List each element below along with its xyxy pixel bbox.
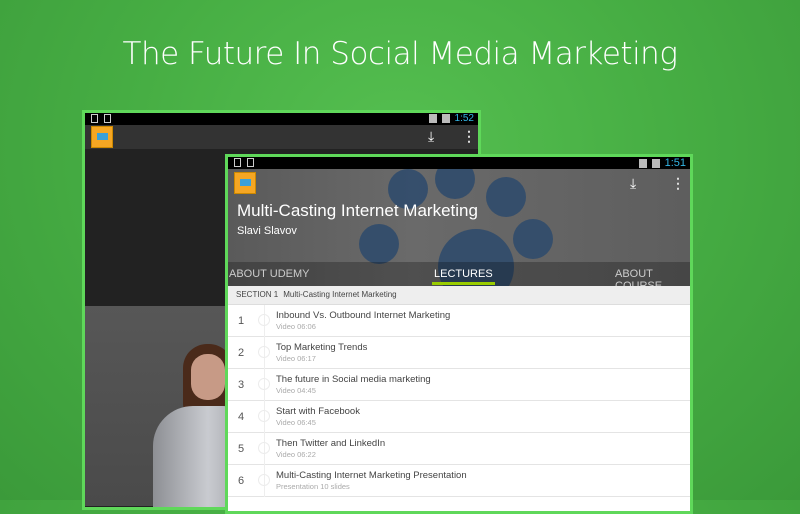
lecture-subtitle: Video 06:22 bbox=[276, 450, 316, 459]
presenter-face bbox=[191, 354, 225, 400]
lecture-row[interactable]: 4 Start with Facebook Video 06:45 bbox=[228, 401, 690, 433]
lecture-number: 5 bbox=[238, 443, 245, 455]
download-icon[interactable]: ⤓ bbox=[428, 128, 434, 145]
course-header: ⤓ ⋮ Multi-Casting Internet Marketing Sla… bbox=[228, 169, 690, 286]
progress-circle-icon bbox=[258, 474, 270, 486]
action-bar: ⤓ ⋮ bbox=[85, 125, 478, 149]
udemy-logo-icon[interactable] bbox=[234, 172, 256, 194]
lecture-subtitle: Video 06:45 bbox=[276, 418, 316, 427]
lecture-number: 1 bbox=[238, 315, 245, 327]
progress-circle-icon bbox=[258, 314, 270, 326]
status-bar: 1:52 bbox=[85, 113, 478, 125]
section-label: SECTION 1 bbox=[236, 290, 279, 299]
tab-bar: ABOUT UDEMY LECTURES ABOUT COURSE bbox=[228, 262, 690, 286]
battery-icon bbox=[651, 158, 660, 168]
lecture-subtitle: Video 04:45 bbox=[276, 386, 316, 395]
lecture-number: 2 bbox=[238, 347, 245, 359]
lecture-title: Start with Facebook bbox=[276, 406, 360, 417]
clock: 1:51 bbox=[664, 157, 686, 169]
progress-circle-icon bbox=[258, 346, 270, 358]
lecture-row[interactable]: 6 Multi-Casting Internet Marketing Presen… bbox=[228, 465, 690, 497]
lecture-number: 3 bbox=[238, 379, 245, 391]
tab-about-course[interactable]: ABOUT COURSE bbox=[615, 268, 690, 286]
notification-icon bbox=[91, 114, 98, 123]
tab-lectures[interactable]: LECTURES bbox=[432, 268, 495, 285]
status-bar: 1:51 bbox=[228, 157, 690, 169]
tab-about-udemy[interactable]: ABOUT UDEMY bbox=[229, 268, 309, 280]
download-icon[interactable]: ⤓ bbox=[630, 175, 636, 192]
lecture-title: The future in Social media marketing bbox=[276, 374, 431, 385]
section-title: Multi-Casting Internet Marketing bbox=[283, 290, 397, 299]
course-author: Slavi Slavov bbox=[237, 225, 297, 237]
wifi-icon bbox=[428, 114, 437, 123]
lecture-title: Then Twitter and LinkedIn bbox=[276, 438, 386, 449]
lecture-title: Top Marketing Trends bbox=[276, 342, 368, 353]
bg-bubble bbox=[486, 177, 526, 217]
more-icon[interactable]: ⋮ bbox=[462, 128, 476, 145]
lecture-subtitle: Video 06:17 bbox=[276, 354, 316, 363]
battery-icon bbox=[441, 114, 450, 123]
wifi-icon bbox=[638, 158, 647, 168]
lecture-row[interactable]: 5 Then Twitter and LinkedIn Video 06:22 bbox=[228, 433, 690, 465]
section-header: SECTION 1 Multi-Casting Internet Marketin… bbox=[228, 286, 690, 305]
progress-circle-icon bbox=[258, 442, 270, 454]
udemy-logo-icon[interactable] bbox=[91, 126, 113, 148]
lecture-row[interactable]: 1 Inbound Vs. Outbound Internet Marketing… bbox=[228, 305, 690, 337]
lecture-number: 6 bbox=[238, 475, 245, 487]
progress-circle-icon bbox=[258, 378, 270, 390]
image-icon bbox=[104, 114, 111, 123]
bg-bubble bbox=[435, 169, 475, 199]
lecture-title: Inbound Vs. Outbound Internet Marketing bbox=[276, 310, 451, 321]
front-phone-screen: 1:51 ⤓ ⋮ Multi-Casting Internet Marketin… bbox=[225, 154, 693, 514]
lecture-row[interactable]: 2 Top Marketing Trends Video 06:17 bbox=[228, 337, 690, 369]
image-icon bbox=[247, 158, 254, 167]
lecture-number: 4 bbox=[238, 411, 245, 423]
bg-bubble bbox=[359, 224, 399, 264]
course-title: Multi-Casting Internet Marketing bbox=[237, 201, 478, 220]
bg-bubble bbox=[513, 219, 553, 259]
notification-icon bbox=[234, 158, 241, 167]
progress-circle-icon bbox=[258, 410, 270, 422]
lecture-subtitle: Video 06:06 bbox=[276, 322, 316, 331]
lecture-subtitle: Presentation 10 slides bbox=[276, 482, 350, 491]
more-icon[interactable]: ⋮ bbox=[671, 175, 685, 192]
headline: The Future In Social Media Marketing bbox=[122, 36, 678, 72]
lecture-row[interactable]: 3 The future in Social media marketing Vid… bbox=[228, 369, 690, 401]
lecture-title: Multi-Casting Internet Marketing Present… bbox=[276, 470, 467, 481]
lecture-list: 1 Inbound Vs. Outbound Internet Marketing… bbox=[228, 305, 690, 497]
clock: 1:52 bbox=[454, 113, 474, 124]
